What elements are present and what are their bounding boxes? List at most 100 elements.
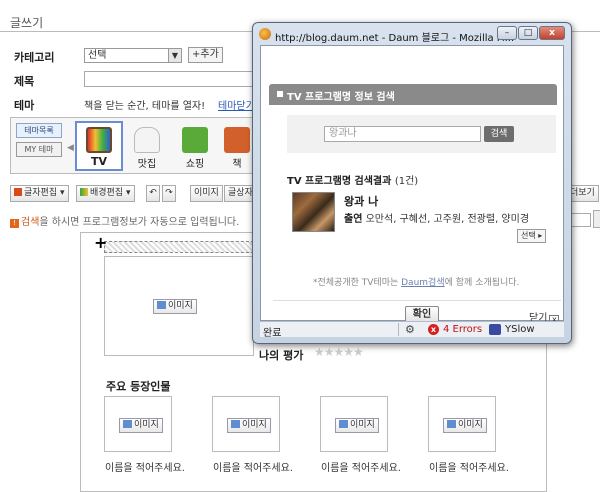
theme-tile-shopping[interactable]: 쇼핑: [171, 123, 219, 173]
shopping-bag-icon: [182, 127, 208, 153]
search-button[interactable]: 검색: [484, 126, 514, 142]
category-select-value: 선택: [88, 50, 107, 61]
image-button[interactable]: 이미지: [335, 418, 379, 433]
status-done: 완료: [263, 328, 282, 339]
image-icon: [447, 420, 456, 428]
bullet-square-icon: [277, 91, 283, 97]
background-edit-label: 배경편집: [90, 188, 124, 198]
image-insert-button[interactable]: 이미지: [190, 185, 223, 202]
theme-prompt-text: 책을 닫는 순간, 테마를 열자!: [84, 101, 206, 112]
alert-icon: !: [10, 219, 19, 228]
redo-icon: ↷: [165, 188, 173, 198]
chevron-down-icon[interactable]: ▼: [168, 49, 181, 62]
main-image-box[interactable]: 이미지: [104, 256, 254, 356]
status-bar: 완료 ⚙ x 4 Errors YSlow: [260, 321, 564, 339]
show-poster-image: [292, 192, 335, 232]
tab-my-theme[interactable]: MY 테마: [16, 142, 62, 157]
theme-close-link[interactable]: 테마닫기: [218, 97, 255, 112]
right-button[interactable]: [593, 210, 600, 228]
cast-name-placeholder[interactable]: 이름을 적어주세요.: [321, 459, 401, 474]
crosshair-cursor-icon: +: [94, 233, 108, 252]
result-heading-text: TV 프로그램명 검색결과: [287, 176, 392, 187]
undo-icon: ↶: [149, 188, 157, 198]
image-icon: [339, 420, 348, 428]
chevron-left-icon[interactable]: ◀: [67, 143, 74, 153]
daum-search-link[interactable]: Daum검색: [401, 278, 444, 288]
cast-list: 오만석, 구혜선, 고주원, 전광렬, 양미경: [365, 214, 530, 225]
search-input[interactable]: 왕과나: [324, 126, 481, 142]
editor-toolbar: 글자편집 ▾ 배경편집 ▾ ↶ ↷ 이미지 글상자: [10, 185, 260, 203]
background-edit-button[interactable]: 배경편집 ▾: [76, 185, 135, 202]
theme-tile-label: 쇼핑: [185, 159, 205, 170]
minimize-button[interactable]: –: [497, 26, 517, 40]
tab-theme-list[interactable]: 테마목록: [16, 123, 62, 138]
theme-tile-book[interactable]: 책: [219, 123, 255, 173]
text-edit-icon: [14, 188, 22, 196]
footnote-prefix: *전체공개한 TV테마는: [313, 278, 402, 288]
footnote-suffix: 에 함께 소개됩니다.: [444, 278, 520, 288]
cast-image-box[interactable]: 이미지: [212, 396, 280, 452]
subject-label: 제목: [14, 75, 35, 88]
theme-tile-tv[interactable]: TV: [75, 121, 123, 171]
cast-name-placeholder[interactable]: 이름을 적어주세요.: [213, 459, 293, 474]
image-button[interactable]: 이미지: [443, 418, 487, 433]
text-edit-button[interactable]: 글자편집 ▾: [10, 185, 69, 202]
yslow-icon[interactable]: [489, 324, 501, 335]
result-count: (1건): [394, 176, 419, 187]
theme-label: 테마: [14, 99, 35, 112]
category-select[interactable]: 선택 ▼: [84, 48, 182, 63]
rating-stars[interactable]: ★★★★★: [314, 345, 364, 359]
image-button-label: 이미지: [168, 301, 193, 311]
rating-label: 나의 평가: [259, 349, 304, 362]
image-button[interactable]: 이미지: [153, 299, 197, 314]
cast-name-placeholder[interactable]: 이름을 적어주세요.: [105, 459, 185, 474]
book-icon: [224, 127, 250, 153]
popup-window: http://blog.daum.net - Daum 블로그 - Mozill…: [252, 22, 572, 344]
theme-tile-label: 책: [232, 159, 242, 170]
theme-tile-label: TV: [90, 155, 108, 168]
image-button-label: 이미지: [458, 420, 483, 430]
image-button-label: 이미지: [350, 420, 375, 430]
chef-hat-icon: [134, 127, 160, 153]
image-button[interactable]: 이미지: [119, 418, 163, 433]
cast-name-placeholder[interactable]: 이름을 적어주세요.: [429, 459, 509, 474]
subject-input[interactable]: [84, 71, 259, 87]
image-button-label: 이미지: [242, 420, 267, 430]
cast-image-box[interactable]: 이미지: [320, 396, 388, 452]
status-separator: [398, 323, 399, 336]
image-button[interactable]: 이미지: [227, 418, 271, 433]
cast-section-title: 주요 등장인물: [106, 380, 171, 393]
show-title: 왕과 나: [344, 195, 379, 208]
text-edit-label: 글자편집: [24, 188, 58, 198]
maximize-icon: □: [523, 28, 533, 38]
image-icon: [231, 420, 240, 428]
popup-footnote: *전체공개한 TV테마는 Daum검색에 함께 소개됩니다.: [313, 275, 519, 288]
select-button[interactable]: 선택 ▸: [517, 229, 547, 243]
image-icon: [123, 420, 132, 428]
error-icon[interactable]: x: [428, 324, 439, 335]
gear-icon[interactable]: ⚙: [405, 323, 415, 336]
background-edit-icon: [80, 188, 88, 196]
status-errors[interactable]: 4 Errors: [443, 324, 482, 335]
page-title: 글쓰기: [10, 16, 44, 30]
notice-rest: 을 하시면 프로그램정보가 자동으로 입력됩니다.: [39, 217, 240, 228]
cast-image-box[interactable]: 이미지: [104, 396, 172, 452]
show-cast: 출연 오만석, 구혜선, 고주원, 전광렬, 양미경: [344, 210, 529, 225]
popup-divider: [273, 300, 561, 301]
add-category-button[interactable]: +추가: [188, 47, 223, 63]
image-button-label: 이미지: [134, 420, 159, 430]
maximize-button[interactable]: □: [518, 26, 538, 40]
minimize-icon: –: [504, 28, 510, 38]
status-yslow[interactable]: YSlow: [505, 324, 535, 335]
cast-image-box[interactable]: 이미지: [428, 396, 496, 452]
theme-tile-food[interactable]: 맛집: [123, 123, 171, 173]
theme-tile-label: 맛집: [137, 159, 157, 170]
cast-label: 출연: [344, 214, 363, 225]
popup-header-title: TV 프로그램명 정보 검색: [287, 92, 395, 103]
redo-button[interactable]: ↷: [162, 185, 176, 202]
popup-window-title: http://blog.daum.net - Daum 블로그 - Mozill…: [275, 33, 515, 44]
close-window-button[interactable]: x: [539, 26, 565, 40]
undo-button[interactable]: ↶: [146, 185, 160, 202]
notice-emphasis: 검색: [21, 217, 40, 228]
drop-zone[interactable]: [104, 241, 254, 253]
